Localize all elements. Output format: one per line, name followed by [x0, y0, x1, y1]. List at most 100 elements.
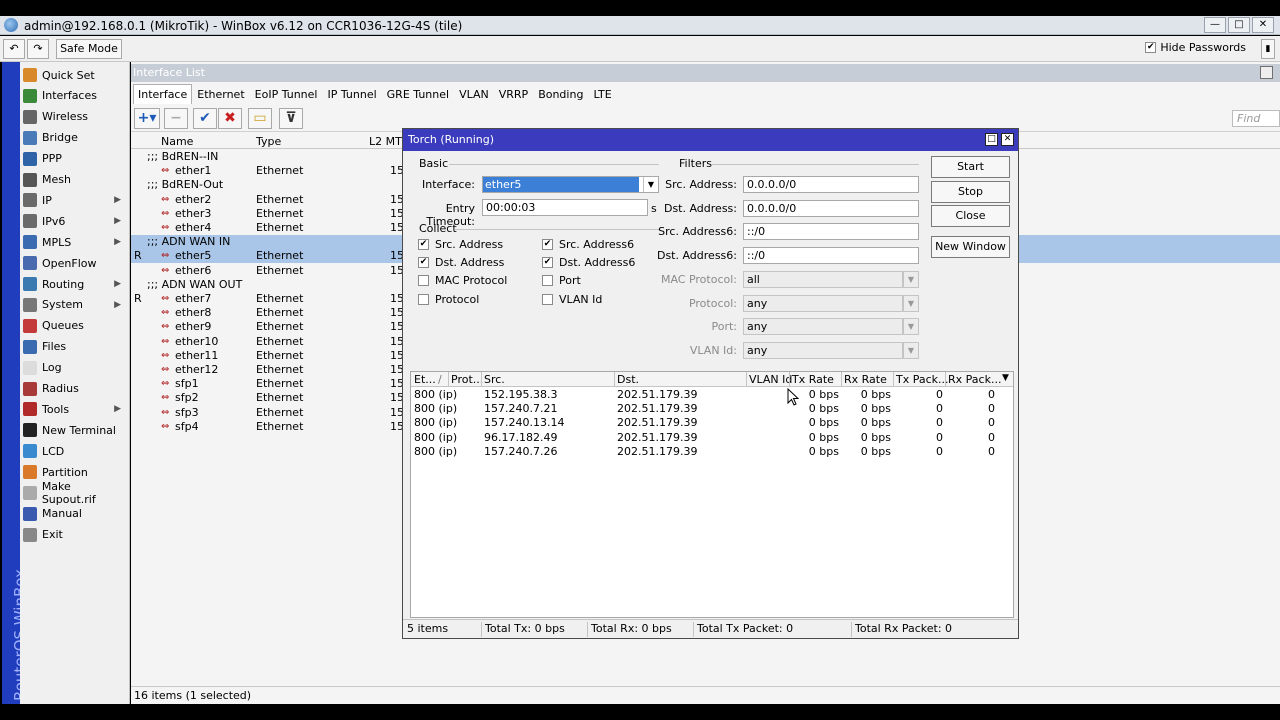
tab-bonding[interactable]: Bonding [533, 84, 588, 104]
tab-vrrp[interactable]: VRRP [494, 84, 533, 104]
sidebar-item-system[interactable]: System ▶ [23, 295, 127, 315]
filter-src-address6-input[interactable]: ::/0 [743, 223, 919, 241]
filter-dropdown-icon[interactable]: ▼ [903, 270, 919, 288]
sidebar-item-exit[interactable]: Exit [23, 525, 127, 545]
collect-checkbox[interactable]: ✔ [542, 239, 553, 250]
table-row[interactable]: 800 (ip) 152.195.38.3 202.51.179.39 0 bps 0 … [411, 388, 1013, 402]
torch-column-1[interactable]: Prot... [451, 373, 483, 386]
collect-checkbox[interactable] [418, 275, 429, 287]
entry-timeout-input[interactable]: 00:00:03 [482, 199, 648, 216]
sidebar-item-openflow[interactable]: OpenFlow [23, 253, 127, 273]
hide-passwords-option[interactable]: ✔ Hide Passwords [1145, 41, 1246, 54]
redo-button[interactable]: ↷ [27, 39, 49, 59]
torch-close-icon[interactable]: ✕ [1001, 133, 1014, 146]
sidebar-item-radius[interactable]: Radius [23, 379, 127, 399]
restore-icon[interactable] [1260, 66, 1273, 79]
sidebar-item-mesh[interactable]: Mesh [23, 170, 127, 190]
filter-port-input[interactable]: any [743, 318, 903, 336]
tab-ip-tunnel[interactable]: IP Tunnel [322, 84, 381, 104]
filter-dst-address6-input[interactable]: ::/0 [743, 247, 919, 265]
sidebar-item-make-supout-rif[interactable]: Make Supout.rif [23, 480, 127, 506]
torch-column-4[interactable]: VLAN Id [749, 373, 792, 386]
table-row[interactable]: 800 (ip) 96.17.182.49 202.51.179.39 0 bps 0 … [411, 431, 1013, 445]
sidebar-item-interfaces[interactable]: Interfaces [23, 86, 127, 106]
torch-column-6[interactable]: Rx Rate [844, 373, 887, 386]
collect-dst-address6[interactable]: ✔ Dst. Address6 [542, 256, 635, 269]
collect-checkbox[interactable]: ✔ [542, 257, 553, 269]
safe-mode-button[interactable]: Safe Mode [56, 39, 122, 59]
torch-column-8[interactable]: Rx Pack... [948, 373, 1001, 386]
find-input[interactable]: Find [1232, 110, 1280, 127]
collect-src-address[interactable]: ✔ Src. Address [418, 238, 503, 251]
collect-src-address6[interactable]: ✔ Src. Address6 [542, 238, 634, 251]
sidebar-item-ip[interactable]: IP ▶ [23, 190, 127, 210]
filter-protocol-input[interactable]: any [743, 294, 903, 312]
torch-restore-icon[interactable]: □ [985, 133, 998, 146]
remove-icon[interactable]: − [164, 108, 188, 129]
stop-button[interactable]: Stop [931, 181, 1010, 203]
collect-checkbox[interactable] [418, 293, 429, 305]
collect-port[interactable]: Port [542, 274, 581, 287]
collect-mac-protocol[interactable]: MAC Protocol [418, 274, 507, 287]
filter-vlan-id-input[interactable]: any [743, 341, 903, 359]
hide-passwords-checkbox[interactable]: ✔ [1145, 42, 1157, 53]
collect-protocol[interactable]: Protocol [418, 293, 479, 306]
filter-dropdown-icon[interactable]: ▼ [903, 318, 919, 336]
filter-src-address-input[interactable]: 0.0.0.0/0 [743, 176, 919, 193]
disable-icon[interactable]: ✖ [218, 108, 242, 129]
sidebar-item-new-terminal[interactable]: New Terminal [23, 420, 127, 440]
collect-checkbox[interactable]: ✔ [418, 257, 429, 269]
torch-column-5[interactable]: Tx Rate [792, 373, 834, 386]
table-row[interactable]: 800 (ip) 157.240.7.26 202.51.179.39 0 bps 0 … [411, 445, 1013, 459]
sidebar-item-mpls[interactable]: MPLS ▶ [23, 232, 127, 252]
tab-lte[interactable]: LTE [588, 84, 616, 104]
sidebar-item-files[interactable]: Files [23, 337, 127, 357]
lock-icon[interactable]: ▮ [1261, 39, 1275, 59]
torch-column-7[interactable]: Tx Pack... [896, 373, 949, 386]
collect-dst-address[interactable]: ✔ Dst. Address [418, 256, 504, 269]
torch-column-3[interactable]: Dst. [617, 373, 639, 386]
collect-checkbox[interactable]: ✔ [418, 239, 429, 250]
tab-eoip-tunnel[interactable]: EoIP Tunnel [250, 84, 323, 104]
sidebar-item-queues[interactable]: Queues [23, 316, 127, 336]
column-type[interactable]: Type [256, 135, 281, 148]
sidebar-item-routing[interactable]: Routing ▶ [23, 274, 127, 294]
filter-icon[interactable]: ⊽ [279, 108, 303, 129]
sidebar-item-tools[interactable]: Tools ▶ [23, 399, 127, 419]
close-window-button[interactable]: ✕ [1252, 17, 1274, 33]
comment-icon[interactable]: ▭ [248, 108, 272, 129]
sidebar-item-bridge[interactable]: Bridge [23, 128, 127, 148]
tab-vlan[interactable]: VLAN [454, 84, 494, 104]
sidebar-item-lcd[interactable]: LCD [23, 441, 127, 461]
start-button[interactable]: Start [931, 156, 1010, 178]
sidebar-item-log[interactable]: Log [23, 358, 127, 378]
filter-mac-protocol-input[interactable]: all [743, 270, 903, 288]
add-icon[interactable]: +▾ [134, 108, 160, 129]
table-row[interactable]: 800 (ip) 157.240.7.21 202.51.179.39 0 bps 0 … [411, 402, 1013, 416]
torch-column-0[interactable]: Et... [414, 373, 436, 386]
maximize-button[interactable]: □ [1228, 17, 1250, 33]
filter-dropdown-icon[interactable]: ▼ [903, 294, 919, 312]
column-menu-icon[interactable]: ▼ [1002, 373, 1009, 383]
filter-dropdown-icon[interactable]: ▼ [903, 341, 919, 359]
collect-checkbox[interactable] [542, 275, 553, 287]
tab-ethernet[interactable]: Ethernet [192, 84, 249, 104]
sidebar-item-manual[interactable]: Manual [23, 504, 127, 524]
tab-gre-tunnel[interactable]: GRE Tunnel [382, 84, 454, 104]
sidebar-item-ppp[interactable]: PPP [23, 149, 127, 169]
enable-icon[interactable]: ✔ [193, 108, 217, 129]
filter-dst-address-input[interactable]: 0.0.0.0/0 [743, 199, 919, 217]
minimize-button[interactable]: — [1204, 17, 1226, 33]
column-name[interactable]: Name [161, 135, 193, 148]
sidebar-item-wireless[interactable]: Wireless [23, 107, 127, 127]
torch-column-2[interactable]: Src. [484, 373, 505, 386]
new-window-button[interactable]: New Window [931, 236, 1010, 258]
collect-checkbox[interactable] [542, 293, 553, 305]
sidebar-item-quick-set[interactable]: Quick Set [23, 65, 127, 85]
undo-button[interactable]: ↶ [3, 39, 25, 59]
interface-select[interactable]: ether5 ▼ [482, 176, 659, 193]
close-button[interactable]: Close [931, 205, 1010, 227]
tab-interface[interactable]: Interface [133, 84, 193, 104]
table-row[interactable]: 800 (ip) 157.240.13.14 202.51.179.39 0 bps 0… [411, 416, 1013, 430]
sidebar-item-ipv6[interactable]: IPv6 ▶ [23, 211, 127, 231]
